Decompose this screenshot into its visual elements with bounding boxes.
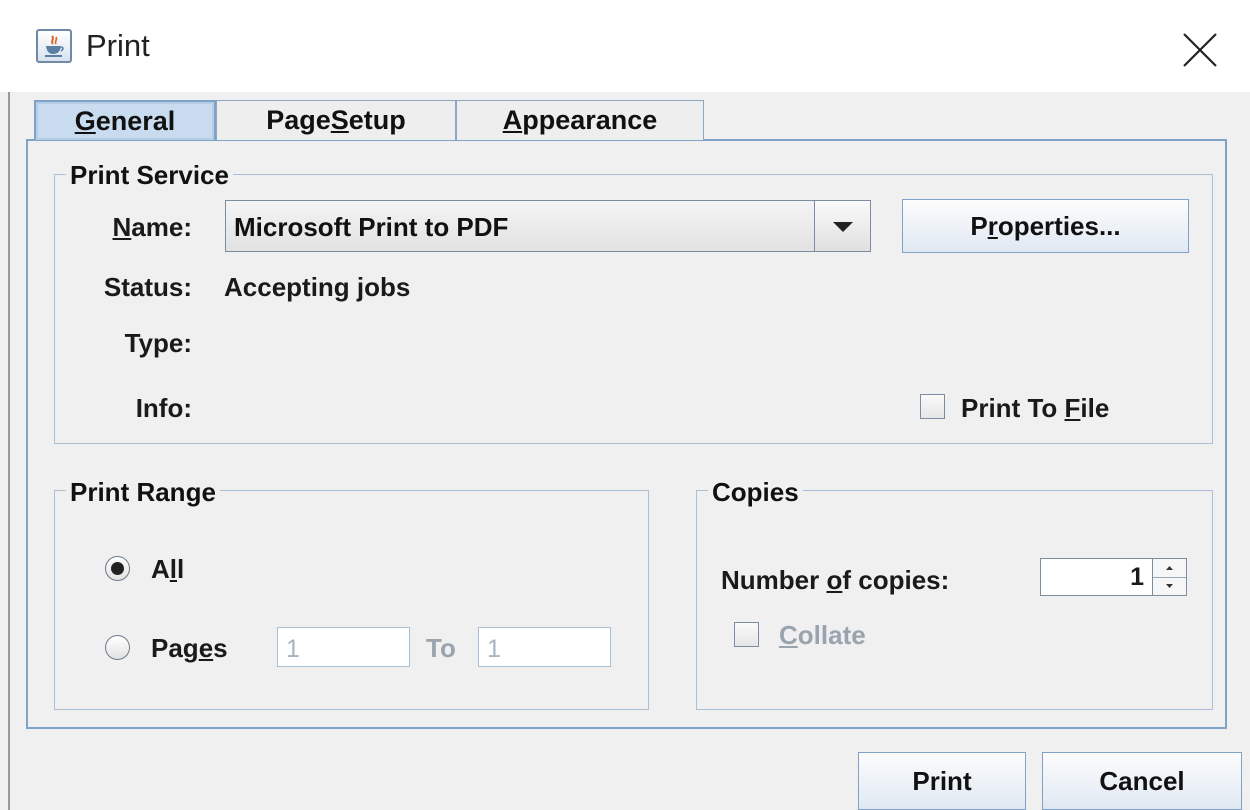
printer-name-value: Microsoft Print to PDF: [234, 212, 509, 242]
print-to-file-label: Print To File: [961, 393, 1110, 423]
print-range-title: Print Range: [66, 477, 220, 508]
pages-radio[interactable]: [105, 635, 130, 660]
collate-checkbox[interactable]: [734, 622, 759, 647]
radio-selected-dot: [111, 562, 124, 575]
chevron-down-icon[interactable]: [814, 201, 870, 251]
pages-from-field[interactable]: 1: [277, 627, 410, 667]
copies-title: Copies: [708, 477, 803, 508]
window-border: [8, 92, 10, 810]
spinner-up-icon[interactable]: [1153, 559, 1186, 578]
copies-spinner-field[interactable]: 1: [1040, 558, 1152, 596]
copies-spinner-buttons: [1152, 558, 1187, 596]
spinner-down-icon[interactable]: [1153, 577, 1186, 595]
to-label: To: [426, 633, 456, 663]
pages-to-field[interactable]: 1: [478, 627, 611, 667]
cancel-button[interactable]: Cancel: [1042, 752, 1242, 810]
print-range-group: [54, 490, 649, 710]
all-radio[interactable]: [105, 556, 130, 581]
printer-name-dropdown[interactable]: Microsoft Print to PDF: [225, 200, 871, 252]
window-title: Print: [86, 28, 150, 63]
java-cup-icon: [36, 29, 72, 63]
title-bar: [0, 0, 1250, 92]
info-label: Info:: [135, 393, 192, 423]
name-label: Name:: [112, 212, 192, 242]
pages-label: Pages: [151, 633, 228, 663]
properties-button[interactable]: Pr operties...: [902, 199, 1189, 253]
all-label: All: [151, 554, 185, 584]
number-of-copies-label: Number of copies:: [721, 565, 950, 595]
tab-general[interactable]: General: [34, 100, 216, 140]
type-label: Type:: [124, 328, 192, 358]
close-icon[interactable]: [1180, 30, 1220, 70]
status-label: Status:: [103, 272, 192, 302]
copies-group: [696, 490, 1213, 710]
collate-label: Collate: [779, 620, 866, 650]
status-value: Accepting jobs: [224, 272, 411, 302]
print-to-file-checkbox[interactable]: [920, 394, 945, 419]
tab-page-setup[interactable]: Page Setup: [216, 100, 456, 140]
print-service-title: Print Service: [66, 160, 233, 191]
tab-appearance[interactable]: Appearance: [456, 100, 704, 140]
print-button[interactable]: Print: [858, 752, 1026, 810]
